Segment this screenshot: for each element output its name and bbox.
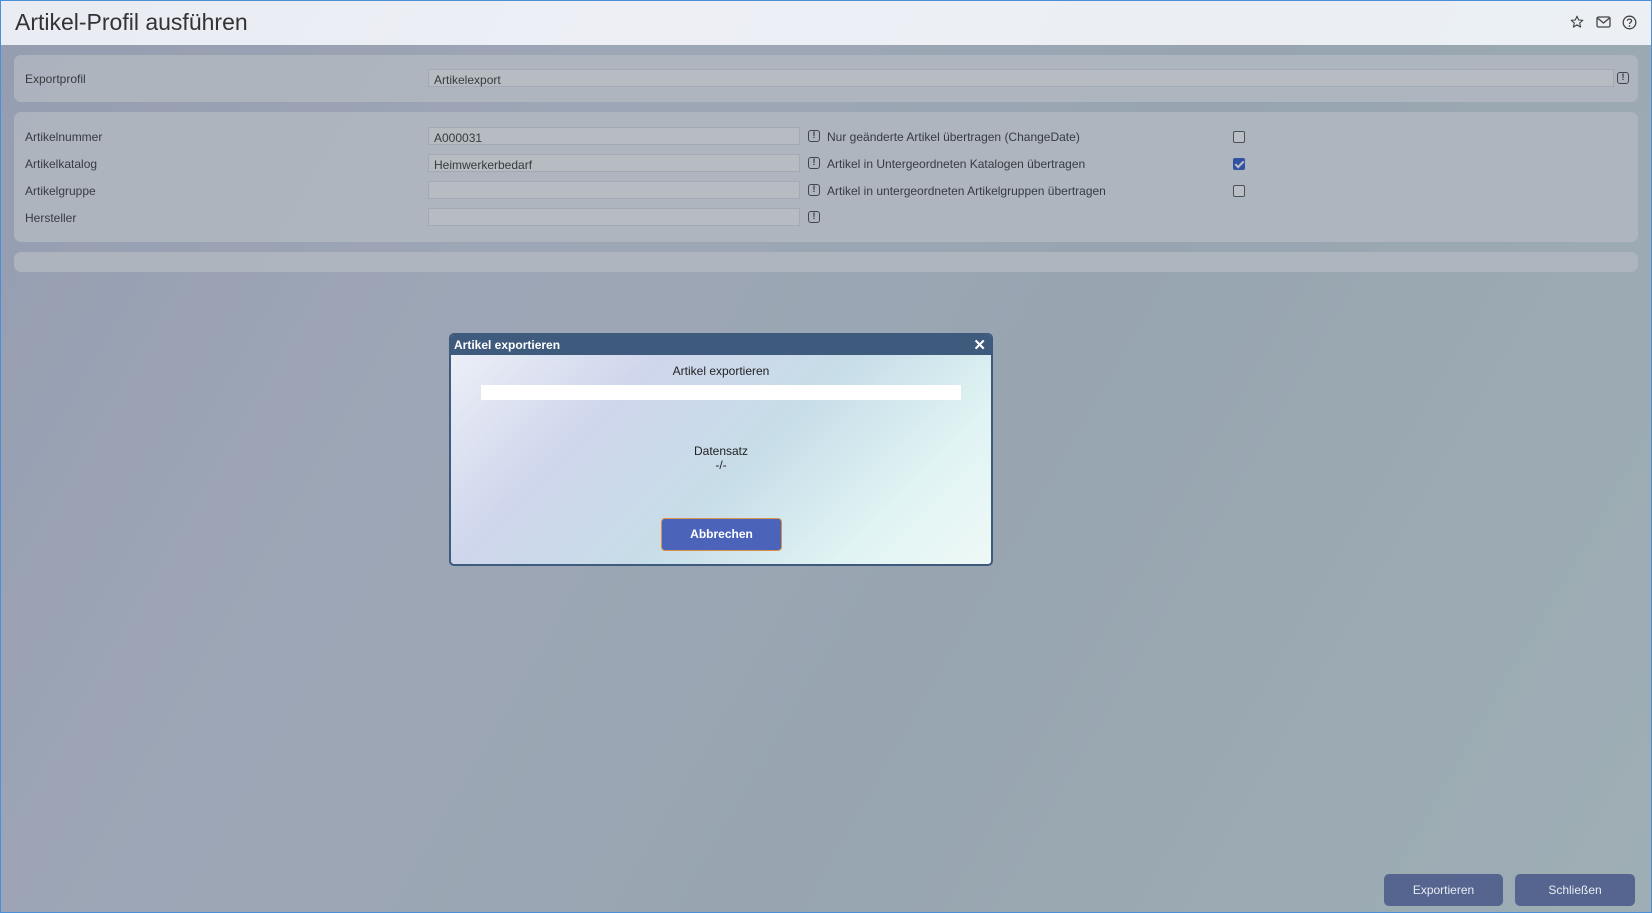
help-icon[interactable] <box>1621 14 1637 30</box>
close-icon[interactable]: ✕ <box>973 336 986 354</box>
title-bar: Artikel-Profil ausführen <box>1 1 1651 45</box>
export-dialog: Artikel exportieren ✕ Artikel exportiere… <box>449 333 993 566</box>
record-label: Datensatz <box>693 444 749 458</box>
dialog-header: Artikel exportieren ✕ <box>451 335 991 355</box>
page-title: Artikel-Profil ausführen <box>15 9 248 35</box>
record-value: -/- <box>715 458 727 472</box>
dialog-heading: Artikel exportieren <box>672 364 770 378</box>
close-button[interactable]: Schließen <box>1515 874 1635 906</box>
star-icon[interactable] <box>1569 14 1585 30</box>
export-button[interactable]: Exportieren <box>1384 874 1503 906</box>
dialog-title: Artikel exportieren <box>454 338 561 352</box>
mail-icon[interactable] <box>1595 14 1611 30</box>
cancel-button[interactable]: Abbrechen <box>661 518 782 551</box>
progress-bar <box>481 385 961 400</box>
